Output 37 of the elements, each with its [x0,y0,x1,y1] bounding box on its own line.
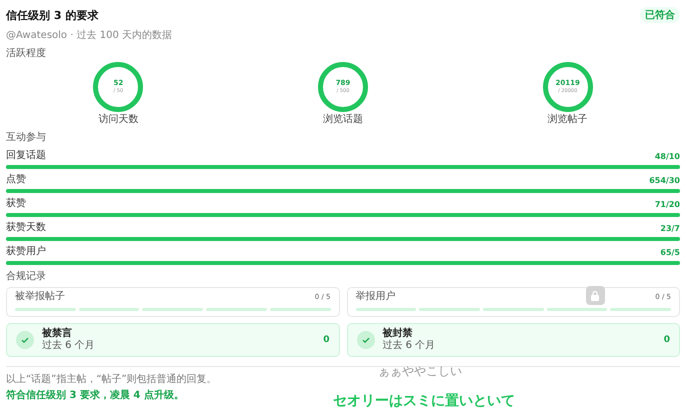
ring-label: 访问天数 [98,114,138,126]
bar-reading: 71/20 [654,200,680,210]
report-label: 被举报帖子 [15,291,65,303]
ring-label: 浏览话题 [323,114,363,126]
section-heading: 合规记录 [6,270,47,282]
subtitle: @Awatesolo · 过去 100 天内的数据 [6,28,174,42]
report-label: 举报用户 [356,291,396,303]
bar-label: 点赞 [6,174,26,186]
bar-label: 回复话题 [6,150,46,162]
bar-reading: 65/5 [660,248,680,258]
bar-label: 获赞用户 [6,246,46,258]
penalty-period: 过去 6 个月 [382,340,436,352]
footnote: 以上“话题”指主帖，“帖子”则包括普通的回复。 [6,374,217,386]
bar-label: 获赞 [6,198,26,210]
lock-icon [586,286,604,305]
ring-icon [542,62,593,112]
section-heading: 互动参与 [6,130,47,143]
penalty-title: 被封禁 [382,328,414,340]
penalty-title: 被禁言 [42,328,73,340]
result-message: 符合信任级别 3 要求，凌晨 4 点升级。 [6,389,184,402]
check-icon [16,331,34,349]
bar-label: 获赞天数 [6,222,46,234]
ring-label: 浏览帖子 [548,114,588,126]
penalty-count: 0 [664,335,670,345]
ring-icon [318,62,368,112]
bar-reading: 48/10 [654,152,680,162]
lyric-overlay: ぁぁややこしい [378,363,462,380]
lyric-overlay: セオリーはスミに置いといて [333,392,515,410]
check-icon [356,331,374,349]
bar-reading: 654/30 [649,176,680,186]
page-title: 信任级别 3 的要求 [6,8,98,22]
ring-icon [93,62,144,112]
bar-reading: 23/7 [660,224,680,234]
penalty-period: 过去 6 个月 [42,340,96,352]
status-badge: 已符合 [640,7,680,23]
penalty-count: 0 [323,335,330,345]
section-heading: 活跃程度 [6,46,47,59]
